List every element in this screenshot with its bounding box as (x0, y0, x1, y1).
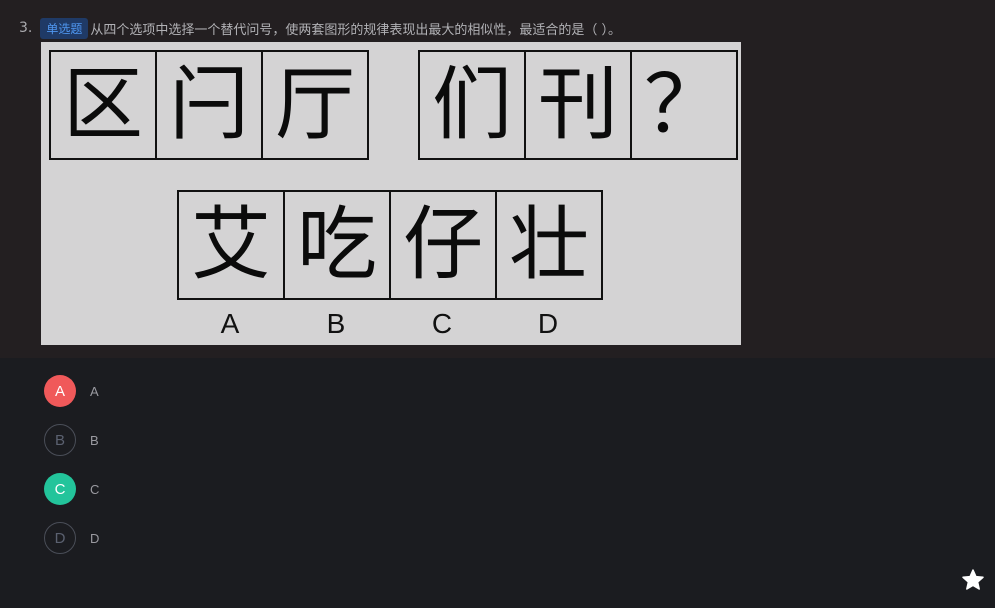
figure-option-a: 艾 (179, 192, 285, 298)
question-area: 3. 单选题 从四个选项中选择一个替代问号，使两套图形的规律表现出最大的相似性，… (0, 0, 995, 358)
figure-option-letter: D (537, 308, 559, 339)
question-figure: 区 闩 厅 们 刊 ？ 艾 吃 仔 壮 A B C D (41, 42, 741, 345)
answer-label: C (90, 481, 100, 497)
figure-cell: 厅 (275, 58, 355, 151)
figure-cell: 闩 (157, 52, 263, 158)
figure-set-1: 区 闩 厅 (49, 50, 369, 160)
answer-circle[interactable]: B (44, 424, 76, 456)
answer-circle[interactable]: D (44, 522, 76, 554)
figure-option-letters: A B C D (177, 308, 601, 340)
figure-option-b: 吃 (285, 192, 391, 298)
star-icon[interactable] (961, 568, 985, 592)
answer-options: A A B B C C D D (44, 374, 99, 570)
answer-option-d[interactable]: D D (44, 521, 99, 555)
figure-option-d: 壮 (509, 198, 589, 291)
answer-label: A (90, 383, 99, 399)
figure-cell: 区 (51, 52, 157, 158)
figure-option-letter: C (431, 308, 453, 339)
figure-option-letter: B (326, 308, 346, 339)
question-number: 3. (19, 20, 33, 36)
figure-cell: 刊 (526, 52, 632, 158)
figure-option-c: 仔 (391, 192, 497, 298)
answer-option-a[interactable]: A A (44, 374, 99, 408)
question-header: 3. 单选题 从四个选项中选择一个替代问号，使两套图形的规律表现出最大的相似性，… (19, 17, 621, 39)
figure-cell-question-mark: ？ (644, 58, 724, 151)
figure-cell: 们 (420, 52, 526, 158)
figure-set-2: 们 刊 ？ (418, 50, 738, 160)
answer-circle-correct[interactable]: C (44, 473, 76, 505)
question-type-badge: 单选题 (40, 17, 89, 39)
question-text: 从四个选项中选择一个替代问号，使两套图形的规律表现出最大的相似性，最适合的是（ … (90, 22, 622, 38)
answer-option-b[interactable]: B B (44, 423, 99, 457)
figure-option-letter: A (220, 308, 240, 339)
answer-circle-wrong[interactable]: A (44, 375, 76, 407)
figure-options: 艾 吃 仔 壮 (177, 190, 603, 300)
answer-label: B (90, 432, 99, 448)
answer-option-c[interactable]: C C (44, 472, 99, 506)
answer-label: D (90, 530, 100, 546)
